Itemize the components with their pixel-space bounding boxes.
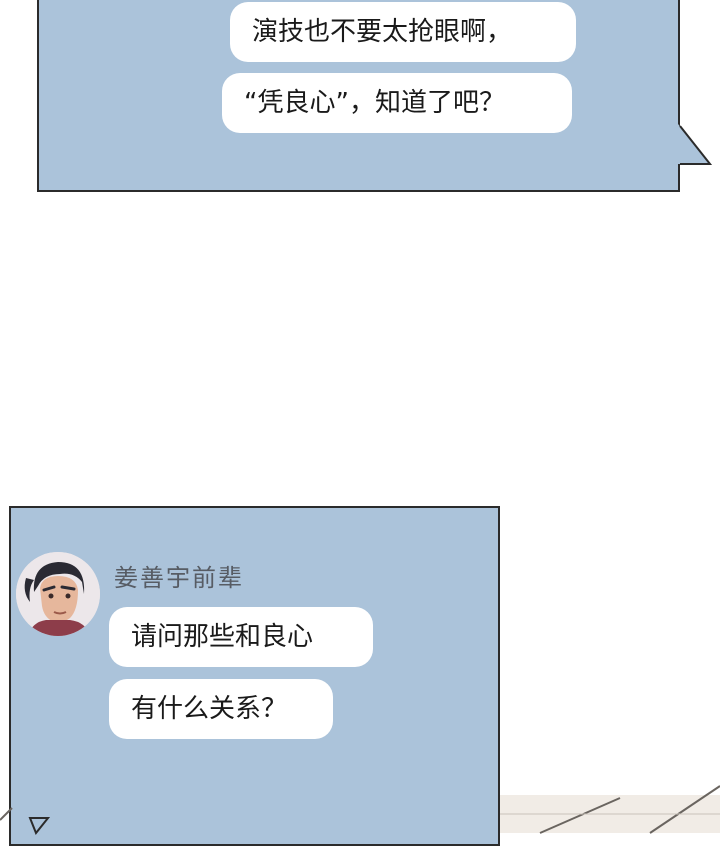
- person-avatar-icon: [16, 552, 100, 636]
- message-bubble: 请问那些和良心: [109, 607, 373, 667]
- message-bubble: “凭良心”，知道了吧？: [222, 73, 572, 133]
- message-bubble: 演技也不要太抢眼啊，: [230, 2, 576, 62]
- speech-tail-bottom: [28, 817, 51, 835]
- message-text: 有什么关系？: [131, 694, 288, 724]
- message-text: 请问那些和良心: [131, 622, 314, 652]
- background-lines-left: [0, 807, 13, 821]
- message-text: “凭良心”，知道了吧？: [244, 88, 505, 118]
- chat-panel-bottom: [9, 506, 500, 846]
- background-lines: [500, 785, 720, 834]
- message-text: 演技也不要太抢眼啊，: [252, 17, 513, 47]
- sender-name: 姜善宇前辈: [114, 564, 244, 592]
- speech-tail-top: [678, 124, 713, 165]
- message-bubble: 有什么关系？: [109, 679, 333, 739]
